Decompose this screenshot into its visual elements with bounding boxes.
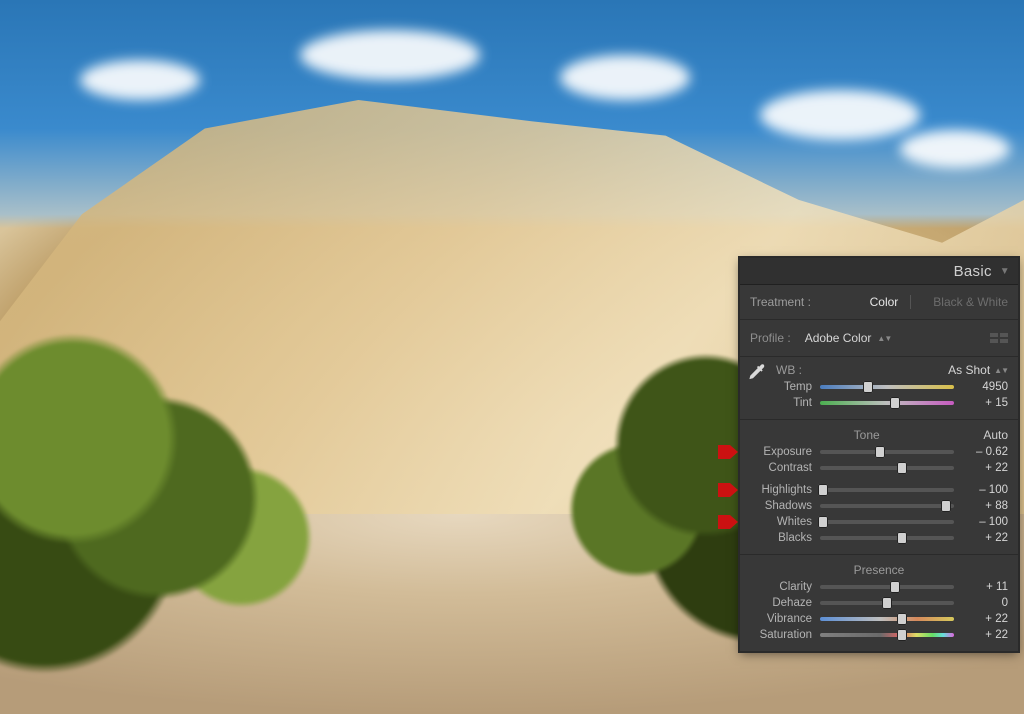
shadows-track[interactable]: [820, 501, 954, 511]
treatment-bw[interactable]: Black & White: [933, 295, 1008, 309]
presence-title: Presence: [750, 563, 1008, 577]
contrast-track[interactable]: [820, 463, 954, 473]
contrast-slider: Contrast + 22: [740, 460, 1018, 476]
profile-dropdown[interactable]: Adobe Color ▲▼: [805, 331, 982, 345]
dehaze-knob[interactable]: [882, 597, 892, 609]
whites-track[interactable]: [820, 517, 954, 527]
tint-track[interactable]: [820, 398, 954, 408]
whites-knob[interactable]: [818, 516, 828, 528]
wb-preset-dropdown[interactable]: As Shot ▲▼: [948, 363, 1008, 377]
blacks-slider: Blacks + 22: [740, 530, 1018, 546]
exposure-value[interactable]: – 0.62: [962, 446, 1008, 458]
clarity-track[interactable]: [820, 582, 954, 592]
treatment-label: Treatment :: [750, 295, 852, 309]
contrast-value[interactable]: + 22: [962, 462, 1008, 474]
wb-preset-value: As Shot: [948, 363, 990, 377]
contrast-knob[interactable]: [897, 462, 907, 474]
vibrance-slider: Vibrance + 22: [740, 611, 1018, 627]
dehaze-track[interactable]: [820, 598, 954, 608]
vibrance-knob[interactable]: [897, 613, 907, 625]
treatment-separator: [910, 295, 911, 309]
chevron-updown-icon: ▲▼: [877, 334, 891, 343]
clarity-slider: Clarity + 11: [740, 579, 1018, 595]
contrast-label: Contrast: [750, 462, 812, 474]
shadows-value[interactable]: + 88: [962, 500, 1008, 512]
chevron-updown-icon: ▲▼: [994, 366, 1008, 375]
profile-browser-icon[interactable]: [990, 333, 1008, 343]
treatment-color[interactable]: Color: [870, 295, 899, 309]
tint-value[interactable]: + 15: [962, 397, 1008, 409]
treatment-row: Treatment : Color Black & White: [740, 285, 1018, 320]
highlights-knob[interactable]: [818, 484, 828, 496]
saturation-value[interactable]: + 22: [962, 629, 1008, 641]
exposure-track[interactable]: [820, 447, 954, 457]
tint-label: Tint: [750, 397, 812, 409]
saturation-knob[interactable]: [897, 629, 907, 641]
tint-slider: Tint + 15: [740, 395, 1018, 411]
temp-track[interactable]: [820, 382, 954, 392]
temp-label: Temp: [750, 381, 812, 393]
saturation-slider: Saturation + 22: [740, 627, 1018, 643]
presence-section: Presence Clarity + 11 Dehaze 0 Vibrance …: [740, 555, 1018, 651]
vibrance-label: Vibrance: [750, 613, 812, 625]
blacks-value[interactable]: + 22: [962, 532, 1008, 544]
wb-section: WB : As Shot ▲▼ Temp 4950 Tint + 15: [740, 357, 1018, 420]
panel-title: Basic: [954, 263, 992, 280]
wb-preset-row: WB : As Shot ▲▼: [740, 361, 1018, 379]
temp-knob[interactable]: [863, 381, 873, 393]
highlights-value[interactable]: – 100: [962, 484, 1008, 496]
profile-row: Profile : Adobe Color ▲▼: [740, 320, 1018, 357]
panel-header[interactable]: Basic ▼: [740, 258, 1018, 285]
temp-slider: Temp 4950: [740, 379, 1018, 395]
clarity-value[interactable]: + 11: [962, 581, 1008, 593]
highlights-track[interactable]: [820, 485, 954, 495]
temp-value[interactable]: 4950: [962, 381, 1008, 393]
saturation-track[interactable]: [820, 630, 954, 640]
callout-marker-icon: [718, 445, 738, 459]
exposure-label: Exposure: [750, 446, 812, 458]
whites-value[interactable]: – 100: [962, 516, 1008, 528]
callout-marker-icon: [718, 483, 738, 497]
callout-marker-icon: [718, 515, 738, 529]
vibrance-value[interactable]: + 22: [962, 613, 1008, 625]
profile-label: Profile :: [750, 331, 791, 345]
shadows-slider: Shadows + 88: [740, 498, 1018, 514]
shadows-label: Shadows: [750, 500, 812, 512]
highlights-label: Highlights: [750, 484, 812, 496]
exposure-knob[interactable]: [875, 446, 885, 458]
dehaze-value[interactable]: 0: [962, 597, 1008, 609]
tone-auto-button[interactable]: Auto: [983, 428, 1008, 442]
blacks-label: Blacks: [750, 532, 812, 544]
tone-title: Tone: [750, 428, 983, 442]
blacks-track[interactable]: [820, 533, 954, 543]
whites-slider: Whites – 100: [740, 514, 1018, 530]
saturation-label: Saturation: [750, 629, 812, 641]
dehaze-slider: Dehaze 0: [740, 595, 1018, 611]
basic-panel: Basic ▼ Treatment : Color Black & White …: [740, 258, 1018, 651]
profile-value: Adobe Color: [805, 331, 872, 345]
clarity-label: Clarity: [750, 581, 812, 593]
exposure-slider: Exposure – 0.62: [740, 444, 1018, 460]
blacks-knob[interactable]: [897, 532, 907, 544]
vibrance-track[interactable]: [820, 614, 954, 624]
tint-knob[interactable]: [890, 397, 900, 409]
whites-label: Whites: [750, 516, 812, 528]
shadows-knob[interactable]: [941, 500, 951, 512]
highlights-slider: Highlights – 100: [740, 482, 1018, 498]
dehaze-label: Dehaze: [750, 597, 812, 609]
panel-collapse-icon[interactable]: ▼: [1000, 266, 1010, 277]
tone-section: Tone Auto Exposure – 0.62 Contrast + 22 …: [740, 420, 1018, 555]
clarity-knob[interactable]: [890, 581, 900, 593]
wb-label: WB :: [776, 363, 802, 377]
